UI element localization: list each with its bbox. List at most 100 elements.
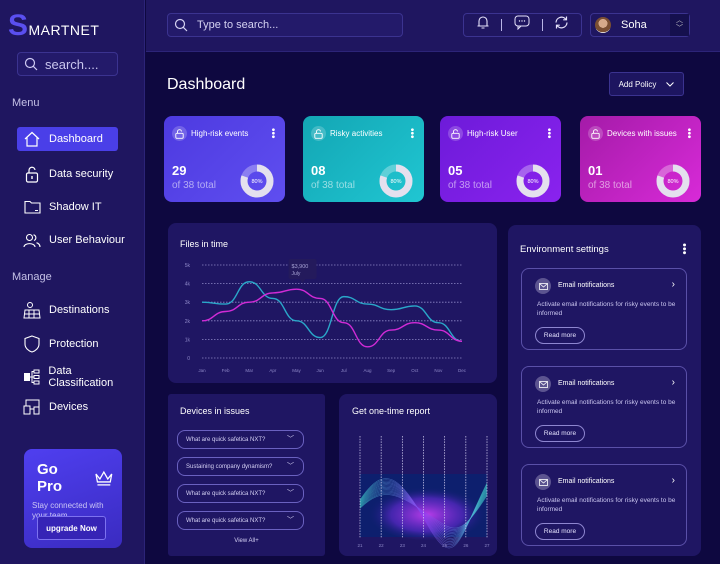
x-tick-label: Apr: [269, 368, 277, 373]
stat-label: High-risk User: [467, 129, 518, 138]
go-pro-card: Go Pro Stay connected with your team upg…: [24, 449, 122, 548]
chevron-down-icon: ﹀: [287, 463, 294, 470]
device-issue-dropdown[interactable]: What are quick safetica NXT? ﹀: [177, 511, 304, 530]
chevron-down-icon: ﹀: [287, 490, 294, 497]
chevron-down-icon: ﹀: [287, 436, 294, 443]
add-policy-button[interactable]: Add Policy: [609, 72, 684, 96]
view-all-link[interactable]: View All+: [168, 538, 325, 544]
topbar-icon-group: [463, 13, 582, 37]
chevron-right-icon[interactable]: ›: [672, 279, 675, 290]
menu-section-label: Menu: [12, 97, 40, 109]
more-options-icon[interactable]: •••: [683, 128, 694, 139]
mail-icon: [535, 474, 551, 490]
more-options-icon[interactable]: •••: [267, 128, 278, 139]
stat-donut: 80%: [379, 164, 413, 198]
y-tick-label: 1k: [185, 337, 191, 343]
sidebar-item-dashboard[interactable]: Dashboard: [17, 127, 118, 151]
top-search-input[interactable]: Type to search...: [167, 13, 403, 37]
y-tick-label: 4k: [185, 282, 191, 288]
one-time-report-card: Get one-time report 21 22 23 24 25 26 27: [339, 394, 497, 556]
chevron-down-icon: ﹀: [287, 517, 294, 524]
stat-label: Risky activities: [330, 129, 383, 138]
read-more-button[interactable]: Read more: [535, 523, 585, 540]
x-tick-label: 24: [421, 543, 427, 548]
stat-value: 05: [448, 163, 463, 178]
x-tick-label: Jun: [317, 368, 325, 373]
chevron-up-icon: ︿: [676, 17, 683, 24]
stat-value: 01: [588, 163, 603, 178]
sidebar-item-devices[interactable]: Devices: [17, 395, 137, 419]
stat-total: of 38 total: [588, 180, 632, 191]
sidebar-search-input[interactable]: search....: [17, 52, 118, 76]
search-icon: [174, 18, 188, 32]
tooltip-value: $3,900: [292, 264, 309, 270]
chevron-down-icon: [666, 81, 675, 87]
stat-donut: 80%: [240, 164, 274, 198]
upgrade-now-button[interactable]: upgrade Now: [37, 516, 106, 540]
x-tick-label: 22: [379, 543, 385, 548]
read-more-button[interactable]: Read more: [535, 425, 585, 442]
sidebar-item-protection[interactable]: Protection: [17, 332, 137, 356]
more-options-icon[interactable]: •••: [543, 128, 554, 139]
y-tick-label: 5k: [185, 263, 191, 269]
mail-icon: [535, 376, 551, 392]
x-tick-label: 25: [442, 543, 448, 548]
stat-card[interactable]: Devices with issues ••• 01 of 38 total 8…: [580, 116, 701, 202]
sidebar-item-data-security[interactable]: Data security: [17, 162, 137, 186]
notification-title: Email notifications: [558, 282, 615, 289]
y-tick-label: 3k: [185, 300, 191, 306]
sidebar-item-destinations[interactable]: Destinations: [17, 298, 137, 322]
shield-icon: [21, 333, 43, 355]
lock-icon: [172, 126, 187, 141]
device-issue-dropdown[interactable]: What are quick safetica NXT? ﹀: [177, 430, 304, 449]
device-issue-dropdown[interactable]: Sustaining company dynamism? ﹀: [177, 457, 304, 476]
notification-description: Activate email notifications for risky e…: [537, 301, 676, 317]
more-options-icon[interactable]: •••: [678, 243, 690, 255]
lock-icon: [21, 163, 43, 185]
x-tick-label: Oct: [411, 368, 419, 373]
user-name: Soha: [621, 19, 647, 31]
stat-card[interactable]: High-risk User ••• 05 of 38 total 80%: [440, 116, 561, 202]
email-notification-item: Email notifications › Activate email not…: [521, 366, 687, 448]
email-notification-item: Email notifications › Activate email not…: [521, 464, 687, 546]
x-tick-label: Dec: [458, 368, 467, 373]
stat-value: 29: [172, 163, 187, 178]
x-tick-label: 26: [463, 543, 469, 548]
y-tick-label: 0: [187, 356, 190, 362]
x-tick-label: Jul: [341, 368, 347, 373]
x-tick-label: Mar: [245, 368, 253, 373]
notification-description: Activate email notifications for risky e…: [537, 399, 676, 415]
tooltip-label: July: [292, 271, 301, 277]
stat-donut: 80%: [656, 164, 690, 198]
sidebar-item-user-behaviour[interactable]: User Behaviour: [17, 228, 137, 252]
x-tick-label: Aug: [363, 368, 372, 373]
sidebar-item-data-classification[interactable]: Data Classification: [17, 365, 137, 389]
x-tick-label: Nov: [434, 368, 443, 373]
stat-card[interactable]: Risky activities ••• 08 of 38 total 80%: [303, 116, 424, 202]
x-tick-label: Jan: [198, 368, 206, 373]
read-more-button[interactable]: Read more: [535, 327, 585, 344]
chat-icon[interactable]: [514, 15, 530, 35]
x-tick-label: 23: [400, 543, 406, 548]
refresh-icon[interactable]: [554, 15, 569, 35]
device-issue-dropdown[interactable]: What are quick safetica NXT? ﹀: [177, 484, 304, 503]
stat-card[interactable]: High-risk events ••• 29 of 38 total 80%: [164, 116, 285, 202]
hierarchy-icon: [21, 366, 42, 388]
device-issue-label: What are quick safetica NXT?: [186, 517, 266, 524]
user-menu-stepper[interactable]: ︿ ﹀: [670, 14, 689, 36]
bell-icon[interactable]: [476, 15, 490, 35]
chevron-right-icon[interactable]: ›: [672, 475, 675, 486]
notification-description: Activate email notifications for risky e…: [537, 497, 676, 513]
chevron-right-icon[interactable]: ›: [672, 377, 675, 388]
lock-icon: [311, 126, 326, 141]
y-tick-label: 2k: [185, 319, 191, 325]
page-title: Dashboard: [167, 76, 246, 93]
more-options-icon[interactable]: •••: [406, 128, 417, 139]
map-icon: [21, 299, 43, 321]
sidebar-item-shadow-it[interactable]: Shadow IT: [17, 195, 137, 219]
devices-icon: [21, 396, 43, 418]
donut-label: 80%: [527, 179, 538, 185]
divider: [501, 19, 503, 31]
device-issue-label: Sustaining company dynamism?: [186, 463, 273, 470]
user-menu[interactable]: Soha ︿ ﹀: [590, 13, 690, 37]
